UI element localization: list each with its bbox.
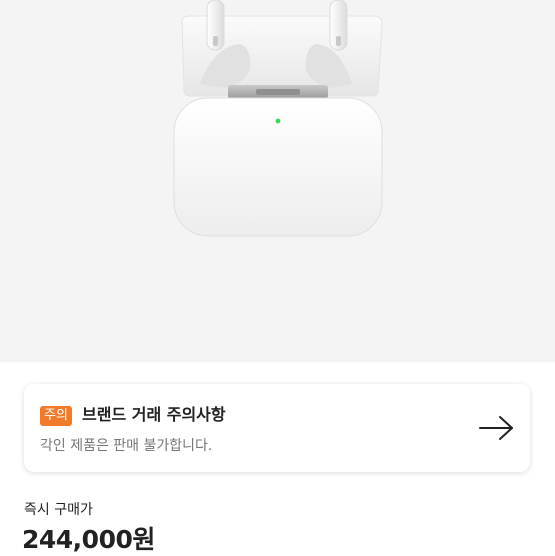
airpods-case-image <box>173 0 383 237</box>
notice-title: 브랜드 거래 주의사항 <box>82 405 226 424</box>
notice-description: 각인 제품은 판매 불가합니다. <box>40 438 213 454</box>
product-image-area <box>0 0 555 362</box>
caution-badge: 주의 <box>40 406 72 426</box>
instant-buy-price-value: 244,000원 <box>22 525 155 554</box>
status-light-icon <box>275 118 281 124</box>
brand-trade-notice-card[interactable]: 주의 브랜드 거래 주의사항 각인 제품은 판매 불가합니다. <box>24 384 530 472</box>
instant-buy-price-label: 즉시 구매가 <box>24 502 93 518</box>
arrow-right-icon[interactable] <box>478 414 516 442</box>
